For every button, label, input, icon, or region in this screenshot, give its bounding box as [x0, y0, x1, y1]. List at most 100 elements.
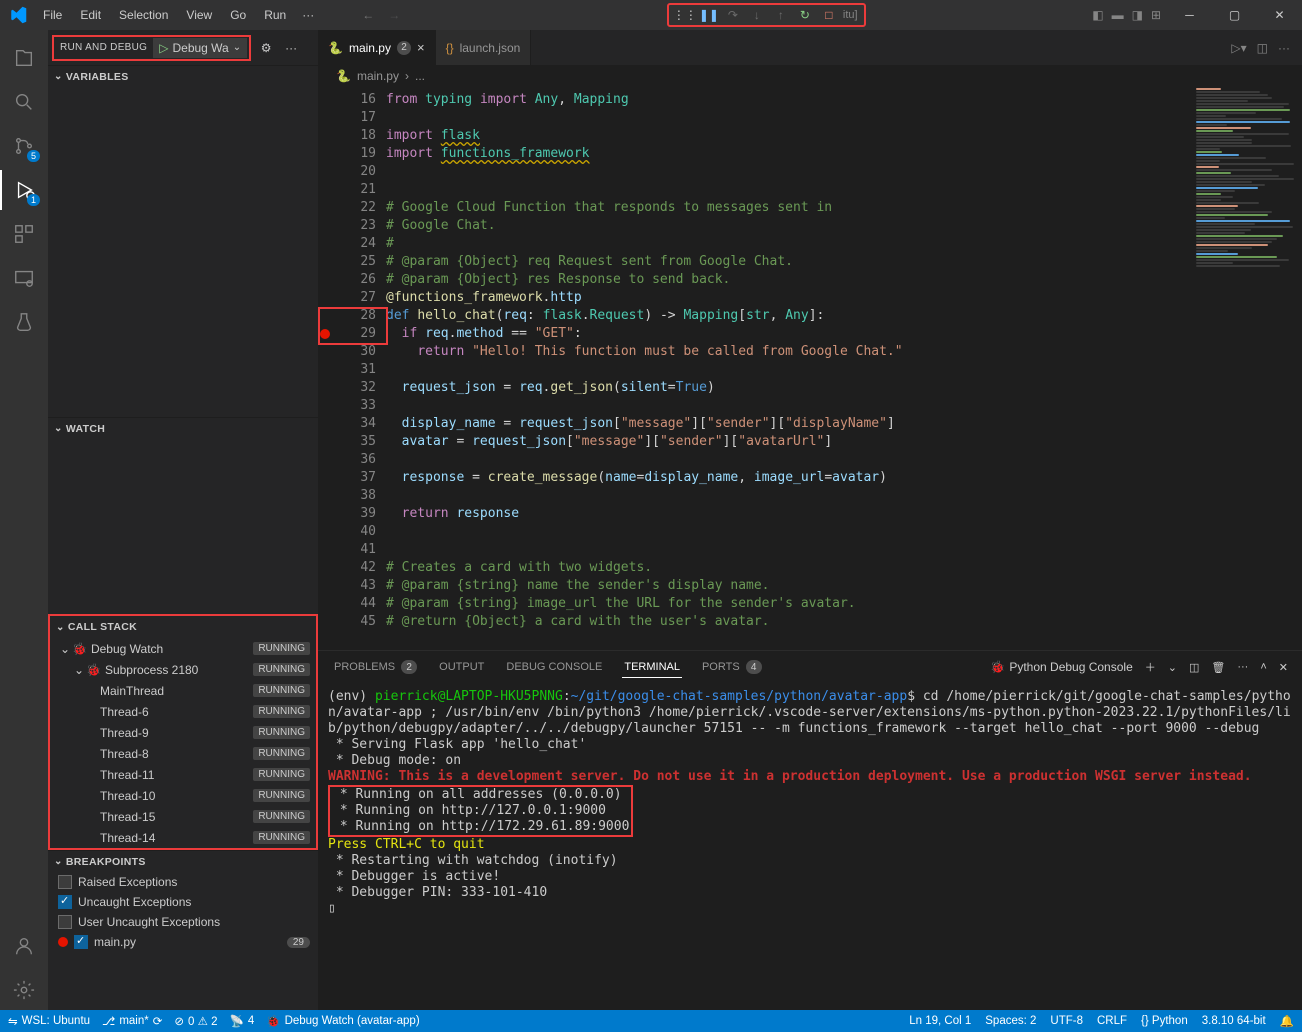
activity-source-control-icon[interactable]: 5 [0, 126, 48, 166]
layout-customize-icon[interactable]: ⊞ [1151, 8, 1161, 22]
bp-file[interactable]: main.py29 [48, 932, 318, 952]
status-problems[interactable]: ⊘0 ⚠ 2 [174, 1014, 217, 1028]
terminal-select[interactable]: 🐞Python Debug Console [990, 660, 1132, 674]
step-out-icon[interactable]: ↑ [771, 6, 791, 24]
status-lncol[interactable]: Ln 19, Col 1 [909, 1015, 971, 1027]
status-branch[interactable]: ⎇main*⟳ [102, 1014, 162, 1028]
menu-go[interactable]: Go [222, 4, 254, 26]
callstack-thread[interactable]: Thread-10RUNNING [50, 785, 316, 806]
stop-icon[interactable]: □ [819, 6, 839, 24]
nav-forward-icon[interactable]: → [388, 8, 400, 22]
menu-file[interactable]: File [35, 4, 70, 26]
activity-accounts-icon[interactable] [0, 926, 48, 966]
sidebar: RUN AND DEBUG ▷ Debug Wa ⌄ ⚙ ··· ⌄ VARIA… [48, 30, 318, 1010]
panel-tab-debug-console[interactable]: DEBUG CONSOLE [504, 657, 604, 677]
restart-icon[interactable]: ↻ [795, 6, 815, 24]
layout-secondary-icon[interactable]: ◨ [1132, 8, 1143, 22]
menu-overflow[interactable]: ··· [294, 4, 322, 26]
split-terminal-icon[interactable]: ◫ [1189, 661, 1199, 674]
activity-testing-icon[interactable] [0, 302, 48, 342]
status-spaces[interactable]: Spaces: 2 [985, 1015, 1036, 1027]
status-interpreter[interactable]: 3.8.10 64-bit [1202, 1015, 1266, 1027]
status-lang[interactable]: {} Python [1141, 1015, 1188, 1027]
activity-settings-icon[interactable] [0, 970, 48, 1010]
bp-raised[interactable]: Raised Exceptions [48, 872, 318, 892]
kill-terminal-icon[interactable]: 🗑 [1211, 661, 1225, 674]
tab-problem-badge: 2 [397, 41, 411, 55]
minimize-icon[interactable]: ─ [1167, 0, 1212, 30]
section-callstack[interactable]: ⌄ CALL STACK [50, 616, 316, 638]
more-icon[interactable]: ··· [281, 41, 301, 55]
split-terminal-dropdown-icon[interactable]: ⌄ [1168, 661, 1177, 674]
new-terminal-icon[interactable]: ＋ [1145, 659, 1156, 675]
step-into-icon[interactable]: ↓ [747, 6, 767, 24]
close-icon[interactable]: × [417, 40, 425, 55]
more-actions-icon[interactable]: ··· [1278, 41, 1290, 55]
terminal[interactable]: (env) pierrick@LAPTOP-HKU5PNNG:~/git/goo… [318, 683, 1302, 1010]
callstack-thread[interactable]: Thread-11RUNNING [50, 764, 316, 785]
maximize-icon[interactable]: ▢ [1212, 0, 1257, 30]
section-variables[interactable]: ⌄ VARIABLES [48, 65, 318, 87]
callstack-thread[interactable]: Thread-8RUNNING [50, 743, 316, 764]
breadcrumb[interactable]: 🐍 main.py›... [318, 65, 1302, 87]
menu-run[interactable]: Run [256, 4, 294, 26]
debug-hint: itu] [843, 9, 858, 21]
activity-run-debug-icon[interactable]: 1 [0, 170, 48, 210]
callstack-session[interactable]: ⌄🐞Debug WatchRUNNING [50, 638, 316, 659]
vscode-logo-icon [0, 6, 35, 24]
panel-tab-output[interactable]: OUTPUT [437, 657, 486, 677]
panel-more-icon[interactable]: ··· [1237, 661, 1248, 673]
close-window-icon[interactable]: ✕ [1257, 0, 1302, 30]
activity-search-icon[interactable] [0, 82, 48, 122]
debug-config-select[interactable]: ▷ Debug Wa ⌄ [153, 38, 247, 58]
status-debug[interactable]: 🐞Debug Watch (avatar-app) [266, 1014, 419, 1028]
debug-alt-icon: 🐞 [266, 1014, 280, 1028]
callstack-thread[interactable]: Thread-14RUNNING [50, 827, 316, 848]
run-file-icon[interactable]: ▷▾ [1231, 41, 1246, 55]
callstack-thread[interactable]: Thread-6RUNNING [50, 701, 316, 722]
status-remote[interactable]: ⇋WSL: Ubuntu [8, 1014, 90, 1028]
activity-bar: 5 1 [0, 30, 48, 1010]
status-ports[interactable]: 📡4 [230, 1014, 255, 1028]
pause-icon[interactable]: ❚❚ [699, 6, 719, 24]
callstack-thread[interactable]: Thread-9RUNNING [50, 722, 316, 743]
layout-primary-icon[interactable]: ◧ [1092, 8, 1103, 22]
status-encoding[interactable]: UTF-8 [1050, 1015, 1083, 1027]
callstack-thread[interactable]: MainThreadRUNNING [50, 680, 316, 701]
run-debug-header: RUN AND DEBUG ▷ Debug Wa ⌄ [52, 35, 251, 61]
gear-icon[interactable]: ⚙ [255, 41, 277, 55]
activity-extensions-icon[interactable] [0, 214, 48, 254]
drag-handle-icon[interactable]: ⋮⋮ [675, 6, 695, 24]
maximize-panel-icon[interactable]: ˄ [1260, 661, 1266, 673]
python-file-icon: 🐍 [328, 41, 343, 55]
menu-edit[interactable]: Edit [72, 4, 109, 26]
close-panel-icon[interactable]: ✕ [1279, 661, 1288, 674]
section-breakpoints[interactable]: ⌄ BREAKPOINTS [48, 850, 318, 872]
callstack-thread[interactable]: Thread-15RUNNING [50, 806, 316, 827]
activity-explorer-icon[interactable] [0, 38, 48, 78]
play-icon: ▷ [159, 41, 168, 55]
nav-back-icon[interactable]: ← [362, 8, 374, 22]
status-eol[interactable]: CRLF [1097, 1015, 1127, 1027]
menu-view[interactable]: View [178, 4, 220, 26]
step-over-icon[interactable]: ↷ [723, 6, 743, 24]
panel-tab-terminal[interactable]: TERMINAL [622, 657, 682, 678]
layout-panel-icon[interactable]: ▬ [1112, 8, 1124, 22]
bp-user-uncaught[interactable]: User Uncaught Exceptions [48, 912, 318, 932]
panel-tab-problems[interactable]: PROBLEMS2 [332, 656, 419, 678]
editor-group: 🐍 main.py 2 × {} launch.json ▷▾ ◫ ··· 🐍 … [318, 30, 1302, 1010]
tab-main-py[interactable]: 🐍 main.py 2 × [318, 30, 436, 65]
activity-remote-icon[interactable] [0, 258, 48, 298]
split-editor-icon[interactable]: ◫ [1257, 41, 1268, 55]
minimap[interactable] [1192, 87, 1302, 650]
bp-uncaught[interactable]: Uncaught Exceptions [48, 892, 318, 912]
sync-icon[interactable]: ⟳ [153, 1014, 163, 1028]
section-watch[interactable]: ⌄ WATCH [48, 417, 318, 439]
callstack-subprocess[interactable]: ⌄🐞Subprocess 2180RUNNING [50, 659, 316, 680]
status-notifications-icon[interactable]: 🔔 [1280, 1014, 1294, 1028]
tab-launch-json[interactable]: {} launch.json [436, 30, 532, 65]
code-editor[interactable]: 1617181920212223242526272829303132333435… [318, 87, 1302, 650]
panel-tab-ports[interactable]: PORTS4 [700, 656, 764, 678]
chevron-down-icon: ⌄ [233, 42, 241, 53]
menu-selection[interactable]: Selection [111, 4, 176, 26]
